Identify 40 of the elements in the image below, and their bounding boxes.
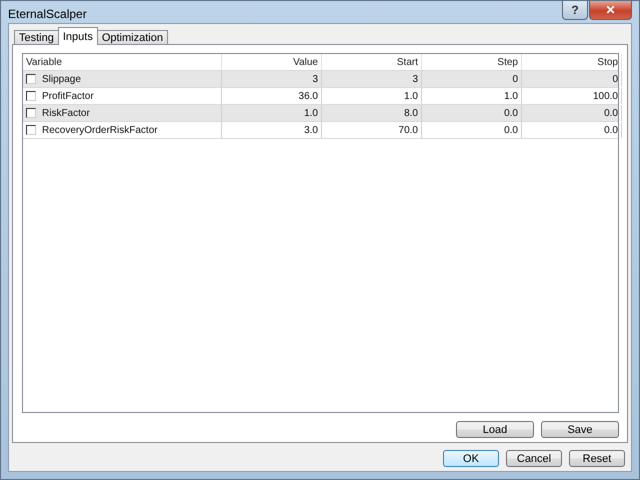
tab[interactable]: Testing [14, 30, 59, 45]
table-cell: 0 [422, 71, 522, 87]
window-title: EternalScalper [8, 7, 87, 21]
variable-name: RecoveryOrderRiskFactor [42, 124, 158, 136]
column-header[interactable]: Start [322, 54, 422, 70]
variable-name: RiskFactor [42, 108, 90, 118]
column-header[interactable]: Stop [522, 54, 622, 70]
table-cell: 0.0 [522, 122, 622, 138]
checkbox[interactable] [26, 74, 36, 84]
tab[interactable]: Optimization [96, 30, 168, 45]
help-button[interactable]: ? [562, 1, 588, 20]
checkbox[interactable] [26, 91, 36, 101]
checkbox[interactable] [26, 108, 36, 118]
panel-button[interactable]: Save [541, 421, 619, 438]
table-cell: 0.0 [422, 122, 522, 138]
checkbox[interactable] [26, 125, 36, 135]
column-header[interactable]: Variable [23, 54, 222, 70]
table-cell: 100.0 [522, 88, 622, 104]
variable-name: ProfitFactor [42, 90, 94, 102]
table-cell: 0.0 [522, 105, 622, 121]
panel-button[interactable]: Load [456, 421, 534, 438]
table-cell: 3 [222, 71, 322, 87]
table-cell: 70.0 [322, 122, 422, 138]
column-header[interactable]: Value [222, 54, 322, 70]
tab[interactable]: Inputs [58, 27, 98, 45]
table-cell: 8.0 [322, 105, 422, 121]
variable-name: Slippage [42, 74, 81, 84]
table-cell: 1.0 [422, 88, 522, 104]
close-button[interactable]: ✕ [589, 1, 632, 20]
table-cell: 3 [322, 71, 422, 87]
table-cell: 1.0 [322, 88, 422, 104]
table-cell: 0.0 [422, 105, 522, 121]
table-cell: 3.0 [222, 122, 322, 138]
table-cell: 36.0 [222, 88, 322, 104]
dialog-button[interactable]: OK [443, 450, 499, 467]
dialog-button[interactable]: Reset [569, 450, 625, 467]
table-cell: 0 [522, 71, 622, 87]
table-cell: 1.0 [222, 105, 322, 121]
column-header[interactable]: Step [422, 54, 522, 70]
dialog-button[interactable]: Cancel [506, 450, 562, 467]
